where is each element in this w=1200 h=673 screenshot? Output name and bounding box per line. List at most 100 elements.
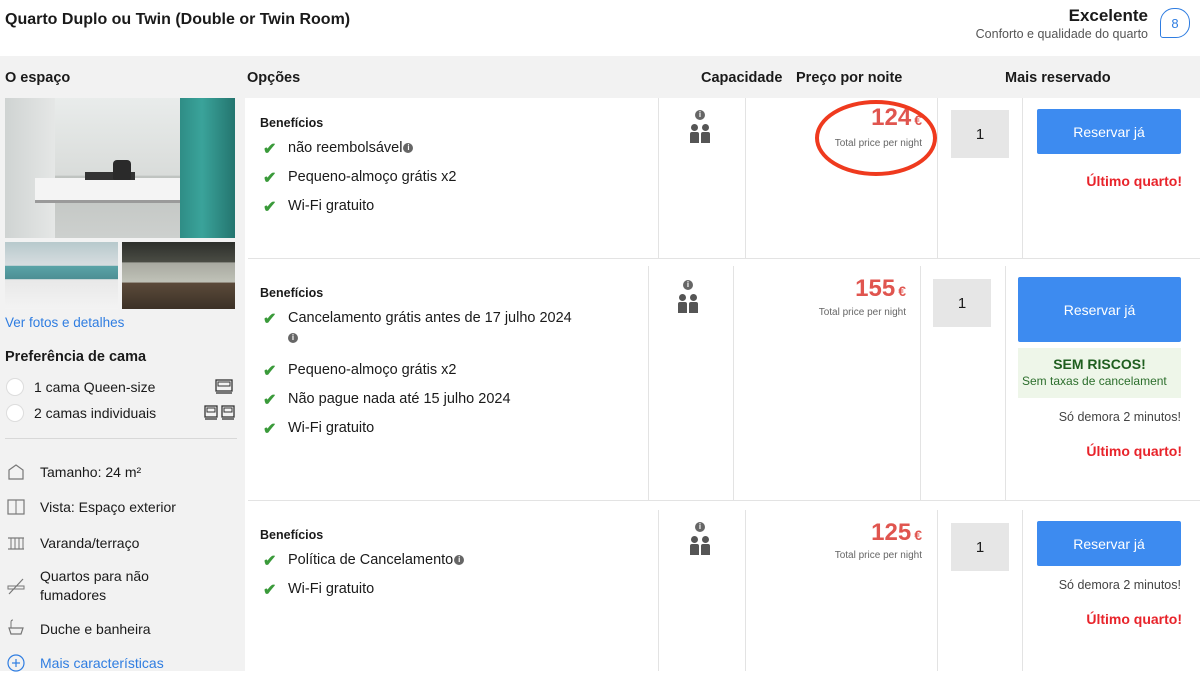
view-icon <box>6 497 26 517</box>
benefit-text: Wi-Fi gratuito <box>288 420 375 436</box>
rating-label: Excelente <box>1068 6 1148 25</box>
more-features-link[interactable]: Mais características <box>40 655 164 671</box>
capacity-info-icon[interactable]: i <box>683 280 693 290</box>
row-1-divider <box>1022 98 1023 258</box>
book-now-button[interactable]: Reservar já <box>1037 109 1181 154</box>
info-icon[interactable]: i <box>288 333 298 343</box>
two-persons-icon <box>690 124 710 143</box>
benefit-text: Wi-Fi gratuito <box>288 198 375 214</box>
balcony-icon <box>6 532 26 552</box>
info-icon[interactable]: i <box>403 143 414 153</box>
last-room-label: Último quarto! <box>1086 443 1182 459</box>
capacity-icon: i <box>690 110 710 143</box>
check-icon: ✔ <box>263 311 277 328</box>
header-space: O espaço <box>5 70 71 86</box>
benefit-text: Pequeno-almoço grátis x2 <box>288 362 457 378</box>
info-icon[interactable]: i <box>454 555 465 565</box>
header-price: Preço por noite <box>796 70 903 86</box>
price-currency: € <box>914 527 922 543</box>
header-options: Opções <box>247 70 301 86</box>
quantity-select[interactable]: 1 <box>951 110 1009 158</box>
capacity-info-icon[interactable]: i <box>695 110 705 120</box>
price-value: 125 € <box>800 519 922 547</box>
benefit-item: ✔ Cancelamento grátis antes de 17 julho … <box>263 310 572 329</box>
benefit-text: não reembolsável <box>288 140 403 156</box>
price-amount: 125 <box>871 519 912 546</box>
benefit-item: ✔ Política de Cancelamento i <box>263 552 465 571</box>
price-amount: 155 <box>855 275 896 302</box>
row-1-divider <box>937 98 938 258</box>
no-risk-subtitle: Sem taxas de cancelament <box>1022 374 1167 388</box>
two-persons-icon <box>678 294 698 313</box>
quick-booking-note: Só demora 2 minutos! <box>1058 410 1181 424</box>
left-divider <box>5 438 237 439</box>
price-value: 155 € <box>784 275 906 303</box>
no-risk-title: SEM RISCOS! <box>1053 356 1146 372</box>
check-icon: ✔ <box>263 363 277 380</box>
benefit-item: ✔ não reembolsável i <box>263 140 414 159</box>
row-3-divider <box>745 510 746 671</box>
rating-subtitle: Conforto e qualidade do quarto <box>975 27 1148 41</box>
benefit-text: Política de Cancelamento <box>288 552 454 568</box>
row-1-divider <box>745 98 746 258</box>
row-2-divider <box>920 266 921 500</box>
cancellation-info: i <box>288 333 298 351</box>
feature-non-smoking: Quartos para não fumadores <box>40 568 149 603</box>
row-2-divider <box>1005 266 1006 500</box>
row-3-divider <box>1022 510 1023 671</box>
benefits-title: Benefícios <box>260 116 324 130</box>
benefit-item: ✔ Wi-Fi gratuito <box>263 198 374 217</box>
check-icon: ✔ <box>263 553 277 570</box>
benefit-item: ✔ Não pague nada até 15 julho 2024 <box>263 391 511 410</box>
header-capacity: Capacidade <box>701 70 783 86</box>
header-most-booked: Mais reservado <box>1005 70 1111 86</box>
last-room-label: Último quarto! <box>1086 173 1182 189</box>
plus-circle-icon[interactable] <box>6 653 26 673</box>
price-currency: € <box>898 283 906 299</box>
row-2-divider <box>733 266 734 500</box>
room-photo-main[interactable] <box>5 98 235 238</box>
feature-size: Tamanho: 24 m² <box>40 464 142 480</box>
quantity-select[interactable]: 1 <box>951 523 1009 571</box>
two-persons-icon <box>690 536 710 555</box>
size-icon <box>6 462 26 482</box>
bed-option-queen-radio[interactable] <box>6 378 24 396</box>
book-now-button[interactable]: Reservar já <box>1037 521 1181 566</box>
no-smoking-icon <box>6 576 26 596</box>
row-2-divider <box>648 266 649 500</box>
last-room-label: Último quarto! <box>1086 611 1182 627</box>
room-photo-thumb-1[interactable] <box>5 242 118 309</box>
feature-shower: Duche e banheira <box>40 621 151 637</box>
benefit-item: ✔ Wi-Fi gratuito <box>263 420 374 439</box>
benefit-item: ✔ Pequeno-almoço grátis x2 <box>263 169 456 188</box>
book-now-button[interactable]: Reservar já <box>1018 277 1181 342</box>
check-icon: ✔ <box>263 199 277 216</box>
bed-preference-title: Preferência de cama <box>5 349 147 365</box>
highlight-circle-annotation <box>815 100 937 176</box>
benefit-text: Não pague nada até 15 julho 2024 <box>288 391 511 407</box>
benefit-text: Cancelamento grátis antes de 17 julho 20… <box>288 310 572 326</box>
row-3-divider <box>658 510 659 671</box>
quantity-select[interactable]: 1 <box>933 279 991 327</box>
shower-icon <box>6 618 26 638</box>
bed-option-twin-radio[interactable] <box>6 404 24 422</box>
check-icon: ✔ <box>263 170 277 187</box>
room-title: Quarto Duplo ou Twin (Double or Twin Roo… <box>5 11 351 28</box>
benefit-text: Wi-Fi gratuito <box>288 581 375 597</box>
no-risk-box: SEM RISCOS! Sem taxas de cancelament <box>1018 348 1181 398</box>
bed-option-queen-label[interactable]: 1 cama Queen-size <box>34 379 155 395</box>
queen-bed-icon <box>214 377 234 395</box>
bed-option-twin-label[interactable]: 2 camas individuais <box>34 405 156 421</box>
benefit-item: ✔ Pequeno-almoço grátis x2 <box>263 362 456 381</box>
feature-balcony: Varanda/terraço <box>40 535 140 551</box>
check-icon: ✔ <box>263 582 277 599</box>
row-3-divider <box>937 510 938 671</box>
benefits-title: Benefícios <box>260 286 324 300</box>
quick-booking-note: Só demora 2 minutos! <box>1058 578 1181 592</box>
capacity-info-icon[interactable]: i <box>695 522 705 532</box>
capacity-icon: i <box>678 280 698 313</box>
room-photo-thumb-2[interactable] <box>122 242 235 309</box>
check-icon: ✔ <box>263 392 277 409</box>
price-subtitle: Total price per night <box>818 307 906 318</box>
view-photos-link[interactable]: Ver fotos e detalhes <box>5 315 124 330</box>
